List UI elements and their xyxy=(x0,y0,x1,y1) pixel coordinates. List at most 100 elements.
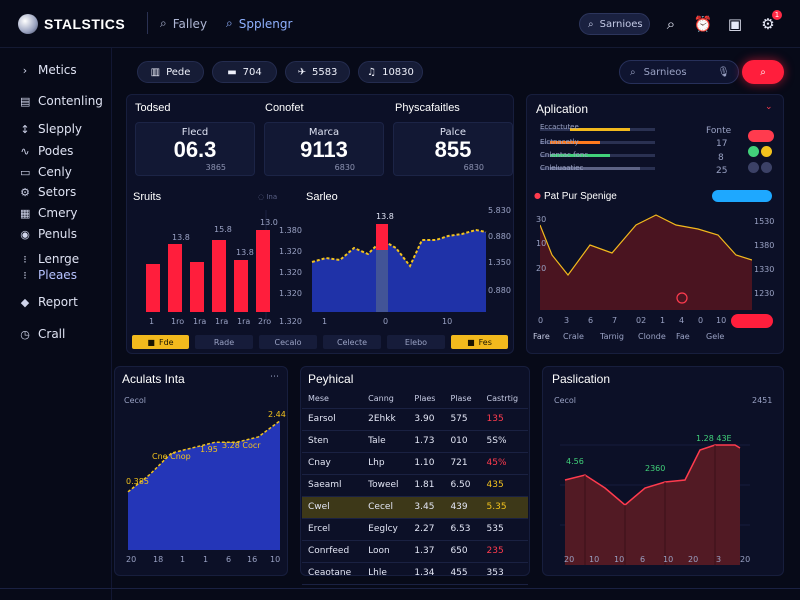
x-tick: 20 xyxy=(688,555,699,564)
overview-label-1: Todsed xyxy=(135,102,171,114)
app-logo[interactable]: STALSTICS xyxy=(18,14,125,34)
table-row[interactable]: Sten Tale 1.73 010 5S% xyxy=(302,430,528,453)
top-search-1[interactable]: ⌕ Falley xyxy=(160,16,207,31)
sidebar-item-lenrge[interactable]: ⁝ Lenrge xyxy=(20,252,79,266)
y-tick: 1530 xyxy=(754,217,775,226)
sidebar-item-crall[interactable]: ◷ Crall xyxy=(20,327,65,341)
column-header[interactable]: Plase xyxy=(444,390,481,409)
more-icon[interactable]: ⋯ xyxy=(270,372,279,382)
column-header[interactable]: Mese xyxy=(302,390,363,409)
table-cell: 6.50 xyxy=(444,474,481,497)
table-cell: Lhle xyxy=(362,562,409,585)
x-tick: 4 xyxy=(679,316,685,325)
table-row[interactable]: Ceaotane Lhle 1.34 455 353 xyxy=(302,562,528,585)
y-tick: 20 xyxy=(536,264,547,273)
search-icon: ⌕ xyxy=(630,66,636,78)
search-icon[interactable]: ⌕ xyxy=(660,13,682,35)
table-row[interactable]: Cwel Cecel 3.45 439 5.35 xyxy=(302,496,528,519)
table-row[interactable]: Earsol 2Ehkk 3.90 575 135 xyxy=(302,408,528,431)
x-tick: 1 xyxy=(660,316,666,325)
record-button[interactable]: ⌕ xyxy=(742,60,784,84)
chip-704[interactable]: ▬ 704 xyxy=(212,61,277,83)
stat-card-2[interactable]: Marca 9113 6830 xyxy=(264,122,384,176)
sidebar-item-slepply[interactable]: ↕ Slepply xyxy=(20,122,82,136)
tab-label: Rade xyxy=(213,337,235,347)
sidebar-item-label: Setors xyxy=(38,185,77,199)
x-tick: 20 xyxy=(740,555,751,564)
table-row[interactable]: Ercel Eeglcy 2.27 6.53 535 xyxy=(302,518,528,541)
tab-fes[interactable]: ■ Fes xyxy=(451,335,508,349)
activation-chart-toggle[interactable] xyxy=(712,190,772,202)
x-tick: 6 xyxy=(588,316,594,325)
x-tick: 6 xyxy=(640,555,646,564)
table-cell: 6.53 xyxy=(444,518,481,541)
tab-cecalo[interactable]: Cecalo xyxy=(259,335,317,349)
x-tick: 16 xyxy=(247,555,258,564)
alarm-icon[interactable]: ⏰ xyxy=(692,13,714,35)
tab-elebo[interactable]: Elebo xyxy=(387,335,445,349)
column-header[interactable]: Castrtig xyxy=(480,390,528,409)
stat-card-1[interactable]: Flecd 06.3 3865 xyxy=(135,122,255,176)
area-series xyxy=(540,215,752,310)
publication-point-label: 2360 xyxy=(645,464,666,473)
chip-pede[interactable]: ▥ Pede xyxy=(137,61,204,83)
y-tick: 0.880 xyxy=(488,232,511,241)
sidebar-item-podes[interactable]: ∿ Podes xyxy=(20,144,73,158)
table-row[interactable]: Cnay Lhp 1.10 721 45% xyxy=(302,452,528,475)
stat-card-3[interactable]: Palce 855 6830 xyxy=(393,122,513,176)
calendar-icon[interactable]: ▣ xyxy=(724,13,746,35)
x-tick: 0 xyxy=(538,316,544,325)
table-row[interactable]: Conrfeed Loon 1.37 650 235 xyxy=(302,540,528,563)
column-header[interactable]: Plaes xyxy=(408,390,445,409)
tab-fde[interactable]: ■ Fde xyxy=(132,335,189,349)
y-tick: 1.350 xyxy=(488,258,511,267)
x-tick: 20 xyxy=(564,555,575,564)
table-cell: Cecel xyxy=(362,496,409,519)
x-tick: 20 xyxy=(126,555,137,564)
search-icon: ⌕ xyxy=(160,16,167,30)
x-tick: 0 xyxy=(698,316,704,325)
sidebar-item-setors[interactable]: ⚙ Setors xyxy=(20,185,76,199)
chart-marker-icon: ● xyxy=(534,191,541,200)
sidebar-item-report[interactable]: ◆ Report xyxy=(20,295,78,309)
sidebar-item-contenling[interactable]: ▤ Contenling xyxy=(20,94,103,108)
activation-area-chart xyxy=(540,214,752,310)
search-input[interactable]: ⌕ Sarnieos 🎙 xyxy=(619,60,739,84)
globe-icon xyxy=(18,14,38,34)
chart-action-button[interactable] xyxy=(731,314,773,328)
table-cell: 435 xyxy=(480,474,528,497)
chip-10830[interactable]: ♫ 10830 xyxy=(358,61,423,83)
x-tick: 3 xyxy=(564,316,570,325)
sidebar-item-cmery[interactable]: ▦ Cmery xyxy=(20,206,78,220)
x-tick: 10 xyxy=(270,555,281,564)
activation-title: Aplication xyxy=(536,102,589,116)
table-header-row: Mese Canng Plaes Plase Castrtig xyxy=(302,390,528,409)
status-badge[interactable] xyxy=(748,130,774,142)
sidebar-item-label: Contenling xyxy=(38,94,103,108)
doc-icon: ▭ xyxy=(20,165,31,179)
search-placeholder: Sarnieos xyxy=(643,66,687,78)
notification-badge: 1 xyxy=(772,10,782,20)
physical-table: Mese Canng Plaes Plase Castrtig Earsol 2E… xyxy=(302,390,528,585)
chevron-down-icon[interactable]: ⌄ xyxy=(765,102,773,112)
chip-5583[interactable]: ✈ 5583 xyxy=(285,61,350,83)
top-search-2[interactable]: ⌕ Spplengr xyxy=(226,16,292,31)
sidebar-item-metics[interactable]: › Metics xyxy=(20,63,77,77)
status-badge-group[interactable] xyxy=(748,146,772,160)
y-tick: 1230 xyxy=(754,289,775,298)
y-tick: 10 xyxy=(536,239,547,248)
music-icon: ♫ xyxy=(367,66,377,78)
sidebar-item-label: Lenrge xyxy=(38,252,80,266)
sidebar-item-cenly[interactable]: ▭ Cenly xyxy=(20,165,72,179)
tab-rade[interactable]: Rade xyxy=(195,335,253,349)
status-badge-group[interactable] xyxy=(748,162,772,176)
area-series xyxy=(565,445,740,565)
sidebar-item-penuls[interactable]: ◉ Penuls xyxy=(20,227,77,241)
stat-card-value: 06.3 xyxy=(173,137,217,162)
table-row[interactable]: Saeaml Toweel 1.81 6.50 435 xyxy=(302,474,528,497)
top-search-pill[interactable]: ⌕ Sarnioes xyxy=(579,13,650,35)
analysis-point-label: 1.95 xyxy=(200,445,218,454)
sidebar-item-pleaes[interactable]: ⁝ Pleaes xyxy=(20,268,77,282)
tab-celecte[interactable]: Celecte xyxy=(323,335,381,349)
column-header[interactable]: Canng xyxy=(362,390,409,409)
